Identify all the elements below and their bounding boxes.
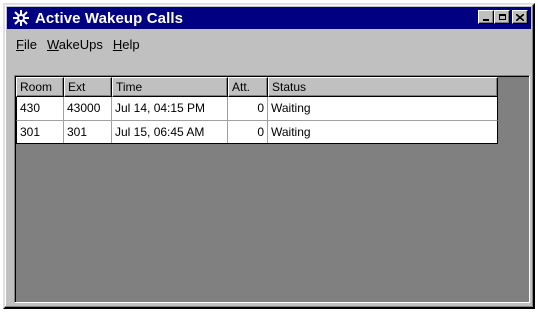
menu-bar: File WakeUps Help [11,34,145,54]
table-row[interactable]: 430 43000 Jul 14, 04:15 PM 0 Waiting [16,97,498,120]
column-header-room[interactable]: Room [16,77,64,97]
wakeup-calls-list[interactable]: Room Ext Time Att. Status 430 43000 Jul … [16,77,498,144]
cell-status: Waiting [268,97,498,120]
cell-ext: 43000 [64,97,112,120]
column-header-status[interactable]: Status [268,77,498,97]
minimize-button[interactable] [478,10,494,24]
cell-att: 0 [228,97,268,120]
menu-help[interactable]: Help [108,37,145,52]
column-header-ext[interactable]: Ext [64,77,112,97]
close-button[interactable] [512,10,528,24]
cell-ext: 301 [64,120,112,143]
window-title: Active Wakeup Calls [35,9,184,27]
hotel-app-icon[interactable] [12,9,30,27]
maximize-button[interactable] [494,10,510,24]
column-header-att[interactable]: Att. [228,77,268,97]
table-row[interactable]: 301 301 Jul 15, 06:45 AM 0 Waiting [16,120,498,143]
close-icon [516,13,524,21]
maximize-icon [498,14,506,20]
cell-time: Jul 14, 04:15 PM [112,97,228,120]
cell-att: 0 [228,120,268,143]
column-header-time[interactable]: Time [112,77,228,97]
cell-room: 430 [16,97,64,120]
cell-time: Jul 15, 06:45 AM [112,120,228,143]
title-bar[interactable]: Active Wakeup Calls [7,7,531,29]
cell-status: Waiting [268,120,498,143]
cell-room: 301 [16,120,64,143]
list-header: Room Ext Time Att. Status [16,77,498,97]
menu-wakeups[interactable]: WakeUps [42,37,108,52]
menu-file[interactable]: File [11,37,42,52]
list-body: 430 43000 Jul 14, 04:15 PM 0 Waiting 301… [16,97,498,144]
minimize-icon [483,19,489,21]
